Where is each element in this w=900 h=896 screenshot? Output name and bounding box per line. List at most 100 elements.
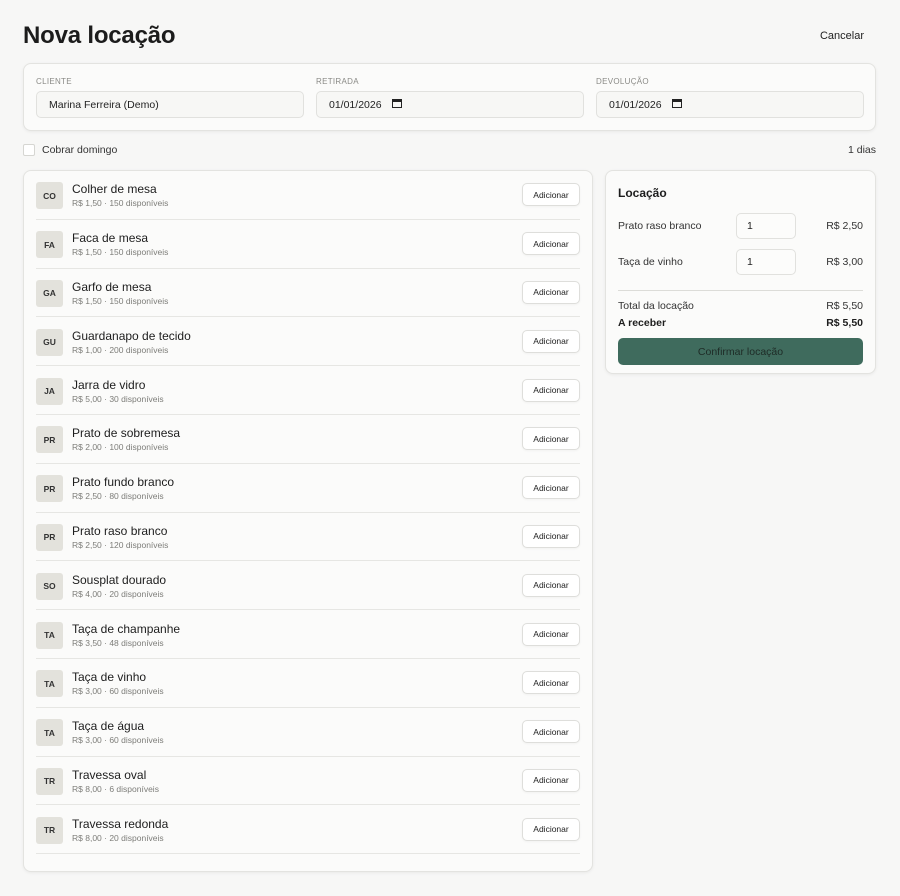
item-text: Jarra de vidro R$ 5,00 · 30 disponíveis [72,376,522,405]
item-avatar: PR [36,426,63,454]
add-item-button[interactable]: Adicionar [522,573,580,597]
item-name: Faca de mesa [72,231,149,246]
calendar-icon[interactable] [391,98,402,111]
list-item: CO Colher de mesa R$ 1,50 · 150 disponívei… [36,171,580,220]
add-item-button[interactable]: Adicionar [522,329,580,353]
add-item-button[interactable]: Adicionar [522,524,580,548]
item-text: Taça de vinho R$ 3,00 · 60 disponíveis [72,668,522,697]
summary-line-name: Prato raso branco [618,220,702,232]
item-avatar: PR [36,475,63,503]
item-text: Taça de água R$ 3,00 · 60 disponíveis [72,717,522,746]
item-name: Travessa oval [72,767,147,782]
list-item: FA Faca de mesa R$ 1,50 · 150 disponíveis A… [36,220,580,269]
receber-value: R$ 5,50 [826,317,863,329]
item-name: Jarra de vidro [72,377,146,392]
item-name: Prato fundo branco [72,475,175,490]
add-item-button[interactable]: Adicionar [522,476,580,500]
days-count: 1 dias [847,144,876,156]
item-meta: R$ 3,00 · 60 disponíveis [72,735,164,746]
item-meta: R$ 2,00 · 100 disponíveis [72,442,169,453]
receber-row: A receber R$ 5,50 [618,317,863,329]
item-avatar: TR [36,767,63,795]
add-item-button[interactable]: Adicionar [522,768,580,792]
quantity-input[interactable]: 1 [736,213,796,239]
devolucao-label: DEVOLUÇÃO [596,77,649,86]
item-meta: R$ 1,50 · 150 disponíveis [72,247,169,258]
item-meta: R$ 5,00 · 30 disponíveis [72,393,164,404]
item-text: Garfo de mesa R$ 1,50 · 150 disponíveis [72,278,522,307]
item-name: Sousplat dourado [72,572,167,587]
cancel-button[interactable]: Cancelar [820,30,864,42]
item-name: Travessa redonda [72,816,169,831]
item-avatar: TR [36,816,63,844]
item-meta: R$ 8,00 · 20 disponíveis [72,832,164,843]
item-avatar: GA [36,279,63,307]
item-text: Guardanapo de tecido R$ 1,00 · 200 dispon… [72,327,522,356]
list-item: TR Travessa oval R$ 8,00 · 6 disponíveis Ad… [36,757,580,806]
cobrar-domingo-checkbox[interactable] [23,144,35,156]
item-meta: R$ 4,00 · 20 disponíveis [72,588,164,599]
cobrar-domingo-row: Cobrar domingo [23,144,117,156]
item-avatar: PR [36,523,63,551]
item-name: Taça de champanhe [72,621,181,636]
item-name: Colher de mesa [72,182,157,197]
item-list: CO Colher de mesa R$ 1,50 · 150 disponívei… [23,170,593,872]
quantity-input[interactable]: 1 [736,249,796,275]
calendar-icon[interactable] [671,98,682,111]
devolucao-value: 01/01/2026 [609,98,662,111]
add-item-button[interactable]: Adicionar [522,817,580,841]
item-meta: R$ 3,00 · 60 disponíveis [72,686,164,697]
item-avatar: SO [36,572,63,600]
item-meta: R$ 8,00 · 6 disponíveis [72,783,159,794]
item-text: Colher de mesa R$ 1,50 · 150 disponíveis [72,180,522,209]
item-name: Prato raso branco [72,523,168,538]
rental-details-card: CLIENTE Marina Ferreira (Demo) RETIRADA … [23,63,876,131]
item-avatar: FA [36,231,63,259]
item-avatar: JA [36,377,63,405]
devolucao-date-input[interactable]: 01/01/2026 [596,91,864,118]
retirada-label: RETIRADA [316,77,359,86]
summary-title: Locação [618,186,667,200]
add-item-button[interactable]: Adicionar [522,720,580,744]
add-item-button[interactable]: Adicionar [522,671,580,695]
add-item-button[interactable]: Adicionar [522,427,580,451]
add-item-button[interactable]: Adicionar [522,183,580,207]
summary-line-price: R$ 3,00 [826,256,863,268]
devolucao-field: DEVOLUÇÃO 01/01/2026 [596,77,864,118]
item-meta: R$ 2,50 · 80 disponíveis [72,491,164,502]
item-meta: R$ 3,50 · 48 disponíveis [72,637,164,648]
page-title: Nova locação [23,22,176,49]
list-item: TA Taça de champanhe R$ 3,50 · 48 disponív… [36,610,580,659]
add-item-button[interactable]: Adicionar [522,378,580,402]
cliente-field: CLIENTE Marina Ferreira (Demo) [36,77,304,118]
list-item: TR Travessa redonda R$ 8,00 · 20 disponíve… [36,805,580,855]
cobrar-domingo-label: Cobrar domingo [42,144,118,156]
item-name: Garfo de mesa [72,279,152,294]
item-meta: R$ 1,00 · 200 disponíveis [72,344,169,355]
confirm-button[interactable]: Confirmar locação [618,338,863,365]
retirada-field: RETIRADA 01/01/2026 [316,77,584,118]
item-text: Sousplat dourado R$ 4,00 · 20 disponíveis [72,571,522,600]
add-item-button[interactable]: Adicionar [522,280,580,304]
list-item: PR Prato de sobremesa R$ 2,00 · 100 dispon… [36,415,580,464]
item-text: Travessa redonda R$ 8,00 · 20 disponíveis [72,815,522,844]
summary-card: Locação Prato raso branco 1 R$ 2,50 Taça… [605,170,876,374]
item-text: Taça de champanhe R$ 3,50 · 48 disponívei… [72,620,522,649]
item-avatar: GU [36,328,63,356]
item-meta: R$ 2,50 · 120 disponíveis [72,539,169,550]
total-row: Total da locação R$ 5,50 [618,300,863,312]
item-name: Guardanapo de tecido [72,328,191,343]
retirada-value: 01/01/2026 [329,98,382,111]
retirada-date-input[interactable]: 01/01/2026 [316,91,584,118]
list-item: PR Prato raso branco R$ 2,50 · 120 disponí… [36,513,580,562]
list-item: GA Garfo de mesa R$ 1,50 · 150 disponíveis… [36,269,580,318]
add-item-button[interactable]: Adicionar [522,622,580,646]
item-avatar: TA [36,621,63,649]
item-text: Prato fundo branco R$ 2,50 · 80 disponíve… [72,473,522,502]
total-label: Total da locação [618,300,694,312]
add-item-button[interactable]: Adicionar [522,232,580,256]
cliente-select[interactable]: Marina Ferreira (Demo) [36,91,304,118]
summary-line: Taça de vinho 1 R$ 3,00 [618,244,863,280]
list-item: JA Jarra de vidro R$ 5,00 · 30 disponíveis… [36,366,580,415]
cliente-label: CLIENTE [36,77,72,86]
